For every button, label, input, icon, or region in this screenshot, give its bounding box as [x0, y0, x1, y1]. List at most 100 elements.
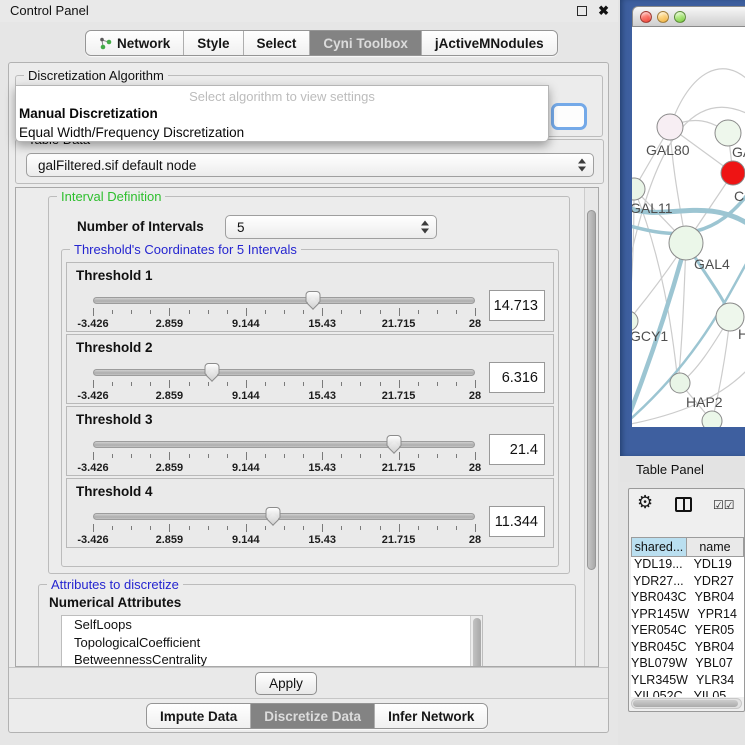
- threshold-value-field[interactable]: 11.344: [489, 506, 545, 537]
- float-window-icon[interactable]: [577, 6, 587, 16]
- network-node-c[interactable]: [721, 161, 745, 185]
- node-label-h: H: [738, 326, 745, 342]
- tick-mark: [93, 380, 94, 388]
- slider-thumb[interactable]: [387, 435, 402, 447]
- tick-mark: [418, 454, 419, 458]
- settings-gear-icon[interactable]: ⚙: [637, 492, 653, 513]
- network-node-gal80[interactable]: [657, 114, 683, 140]
- viewport-scrollbar[interactable]: [584, 188, 598, 666]
- table-row[interactable]: YPR145WYPR14: [631, 607, 744, 624]
- tick-mark: [265, 526, 266, 530]
- scale-label: 15.43: [308, 462, 336, 474]
- tab-infer-network[interactable]: Infer Network: [375, 704, 487, 728]
- network-icon: [99, 37, 112, 50]
- table-row[interactable]: YIL052CYIL05: [631, 689, 744, 697]
- table-row[interactable]: YBR045CYBR04: [631, 640, 744, 657]
- tick-mark: [456, 526, 457, 530]
- zoom-traffic-light-icon[interactable]: [674, 11, 686, 23]
- scale-label: -3.426: [77, 462, 108, 474]
- tab-label: Select: [257, 36, 297, 51]
- tab-network[interactable]: Network: [86, 31, 184, 55]
- table-row[interactable]: YER054CYER05: [631, 623, 744, 640]
- threshold-2-box: Threshold 2-3.4262.8599.14415.4321.71528…: [66, 334, 554, 404]
- tick-mark: [189, 310, 190, 314]
- slider-thumb[interactable]: [265, 507, 280, 519]
- cell-name: YBL07: [687, 656, 744, 673]
- column-header-name[interactable]: name: [687, 537, 744, 557]
- number-of-intervals-combobox[interactable]: 5: [225, 215, 437, 239]
- column-header-shared[interactable]: shared...: [631, 537, 687, 557]
- algorithm-option-manual-discretization[interactable]: Manual Discretization: [16, 104, 548, 123]
- table-h-scrollbar-thumb[interactable]: [633, 700, 738, 707]
- tab-jactivemnodules[interactable]: jActiveMNodules: [422, 31, 557, 55]
- network-node-ga[interactable]: [715, 120, 741, 146]
- slider-track[interactable]: [93, 513, 475, 520]
- network-graph: GAL80GACGAL11GAL4GCY1HHAP2: [632, 27, 745, 427]
- list-scrollbar-thumb[interactable]: [473, 618, 481, 667]
- viewport-scrollbar-thumb[interactable]: [587, 210, 596, 570]
- network-node-gal4[interactable]: [669, 226, 703, 260]
- select-columns-checkbox-icons[interactable]: ☑☑: [713, 498, 735, 512]
- tab-impute-data[interactable]: Impute Data: [147, 704, 251, 728]
- tick-mark: [246, 524, 247, 532]
- network-edge[interactable]: [670, 69, 745, 127]
- network-node-gal11[interactable]: [632, 178, 645, 200]
- algorithm-combobox-focused[interactable]: [551, 103, 587, 130]
- tick-mark: [93, 308, 94, 316]
- cell-shared-name: YBR045C: [631, 640, 687, 657]
- cell-shared-name: YPR145W: [631, 607, 689, 624]
- network-canvas[interactable]: GAL80GACGAL11GAL4GCY1HHAP2: [632, 27, 745, 427]
- slider-track[interactable]: [93, 297, 475, 304]
- attribute-item-topologicalcoefficient[interactable]: TopologicalCoefficient: [62, 634, 482, 652]
- node-label-gal80: GAL80: [646, 142, 690, 158]
- algorithm-options: Manual DiscretizationEqual Width/Frequen…: [16, 104, 548, 142]
- apply-button[interactable]: Apply: [255, 672, 317, 695]
- list-scrollbar[interactable]: [470, 616, 482, 667]
- table-data-combobox[interactable]: galFiltered.sif default node: [26, 153, 594, 177]
- attribute-item-selfloops[interactable]: SelfLoops: [62, 616, 482, 634]
- panel-title: Control Panel: [10, 3, 89, 18]
- slider-zone: -3.4262.8599.14415.4321.71528: [93, 407, 475, 475]
- tab-discretize-data[interactable]: Discretize Data: [251, 704, 375, 728]
- close-icon[interactable]: ✖: [598, 0, 609, 22]
- slider-track[interactable]: [93, 441, 475, 448]
- slider-thumb[interactable]: [204, 363, 219, 375]
- network-node-unlabeled[interactable]: [702, 411, 722, 427]
- cell-shared-name: YLR345W: [631, 673, 688, 690]
- table-row[interactable]: YDR27...YDR27: [631, 574, 744, 591]
- tick-mark: [360, 382, 361, 386]
- algorithm-option-equal-width-frequency-discretization[interactable]: Equal Width/Frequency Discretization: [16, 123, 548, 142]
- attribute-item-betweennesscentrality[interactable]: BetweennessCentrality: [62, 651, 482, 667]
- slider-ticks: [93, 524, 475, 533]
- slider-ticks: [93, 452, 475, 461]
- threshold-sliders: Threshold 1-3.4262.8599.14415.4321.71528…: [66, 262, 554, 550]
- attributes-group: Attributes to discretize Numerical Attri…: [38, 584, 576, 667]
- threshold-value-field[interactable]: 14.713: [489, 290, 545, 321]
- tick-mark: [150, 310, 151, 314]
- tick-mark: [169, 452, 170, 460]
- close-traffic-light-icon[interactable]: [640, 11, 652, 23]
- tab-cyni-toolbox[interactable]: Cyni Toolbox: [310, 31, 422, 55]
- slider-track[interactable]: [93, 369, 475, 376]
- numerical-attributes-list[interactable]: SelfLoopsTopologicalCoefficientBetweenne…: [61, 615, 483, 667]
- split-columns-icon[interactable]: [675, 497, 692, 512]
- table-row[interactable]: YLR345WYLR34: [631, 673, 744, 690]
- cyni-toolbox-panel: Discretization Algorithm Select algorith…: [8, 62, 609, 733]
- slider-thumb[interactable]: [306, 291, 321, 303]
- table-row[interactable]: YBR043CYBR04: [631, 590, 744, 607]
- table-toolbar: ⚙ ☑☑: [629, 489, 744, 523]
- tab-label: Impute Data: [160, 709, 237, 724]
- cyni-mode-tabs: Impute Data Discretize DataInfer Network: [146, 703, 488, 729]
- minimize-traffic-light-icon[interactable]: [657, 11, 669, 23]
- table-row[interactable]: YDL19...YDL19: [631, 557, 744, 574]
- tab-select[interactable]: Select: [244, 31, 311, 55]
- table-h-scrollbar[interactable]: [631, 698, 742, 709]
- network-node-hap2[interactable]: [670, 373, 690, 393]
- cell-shared-name: YDL19...: [631, 557, 686, 574]
- threshold-value-field[interactable]: 6.316: [489, 362, 545, 393]
- table-row[interactable]: YBL079WYBL07: [631, 656, 744, 673]
- tab-style[interactable]: Style: [184, 31, 243, 55]
- slider-zone: -3.4262.8599.14415.4321.71528: [93, 263, 475, 331]
- threshold-value-field[interactable]: 21.4: [489, 434, 545, 465]
- cell-shared-name: YER054C: [631, 623, 687, 640]
